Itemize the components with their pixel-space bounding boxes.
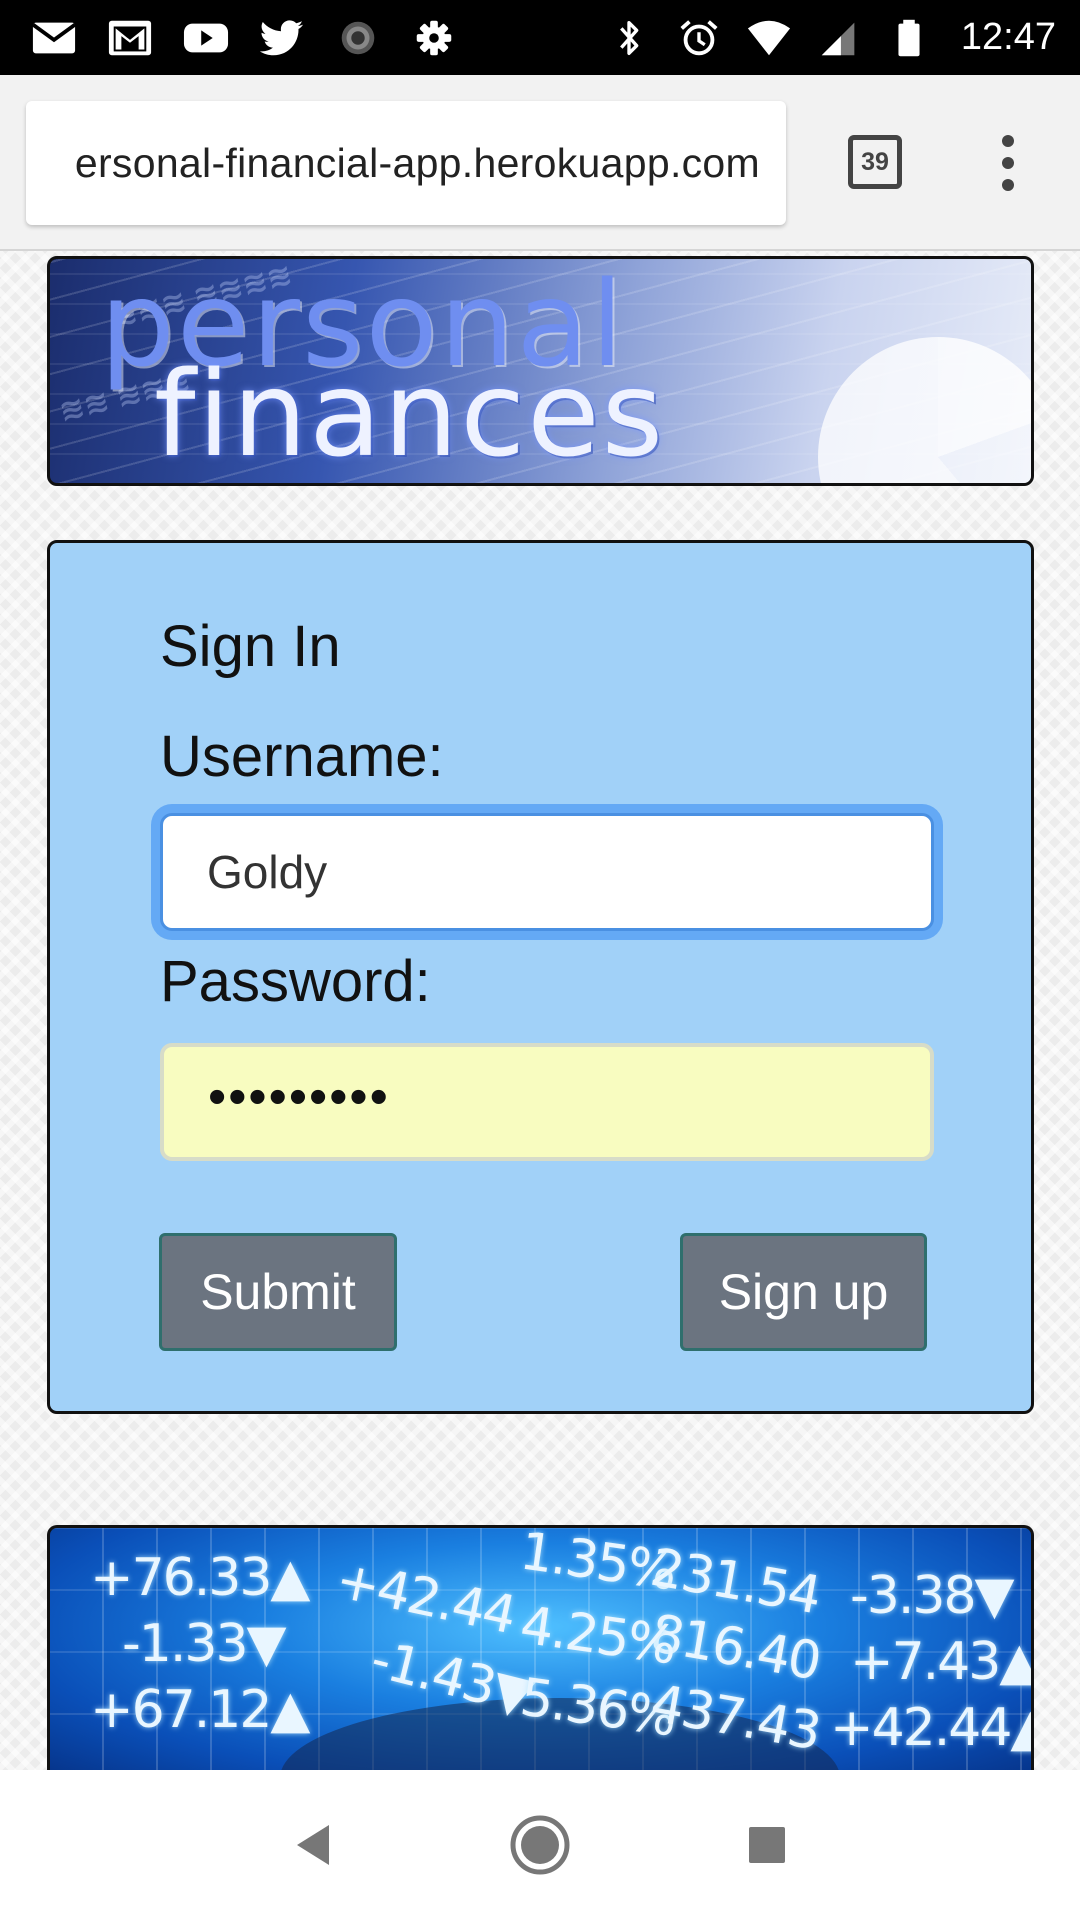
stock-ticker-label: +7.43▲ [850,1632,1034,1692]
sign-up-button[interactable]: Sign up [680,1233,927,1351]
sync-icon [334,16,382,60]
bluetooth-icon [605,16,653,60]
username-label: Username: [160,724,444,789]
notification-icons [30,16,458,60]
banner-word-finances: finances [154,345,666,483]
settings-icon [410,16,458,60]
gmail-icon [106,16,154,60]
twitter-icon [258,16,306,60]
form-title: Sign In [160,614,341,679]
url-text: ersonal-financial-app.herokuapp.com [74,139,760,186]
stock-ticker-label: +76.33▲ [90,1548,310,1608]
alarm-icon [675,16,723,60]
sign-in-form: Sign In Username: Goldy Password: ••••••… [47,540,1034,1414]
clock: 12:47 [960,16,1056,58]
recents-icon[interactable] [732,1810,802,1880]
url-bar[interactable]: ersonal-financial-app.herokuapp.com [26,101,786,225]
signal-icon [815,16,863,60]
password-label: Password: [160,949,431,1014]
youtube-icon [182,16,230,60]
system-status-icons: 12:47 [605,16,1056,60]
stock-market-image: +76.33▲ -1.33▼ +67.12▲ +42.44 1.35% 231.… [47,1525,1034,1775]
stock-ticker-label: -3.38▼ [850,1566,1015,1626]
mail-icon [30,16,78,60]
home-icon[interactable] [505,1810,575,1880]
stock-ticker-label: -1.33▼ [122,1614,287,1674]
battery-icon [885,16,933,60]
back-icon[interactable] [278,1810,348,1880]
submit-button[interactable]: Submit [159,1233,397,1351]
stock-ticker-label: +67.12▲ [90,1680,310,1740]
overflow-menu-icon[interactable] [990,131,1026,195]
wifi-icon [745,16,793,60]
username-input[interactable]: Goldy [160,813,934,931]
personal-finances-banner: ≋≋≋ ≋≋≋≋ ≋≋ ≋≋≋ personal finances [47,256,1034,486]
tab-switcher-button[interactable]: 39 [848,135,902,189]
browser-toolbar: ersonal-financial-app.herokuapp.com 39 [0,75,1080,251]
stock-ticker-label: +42.44▲ [830,1698,1034,1758]
status-bar: 12:47 [0,0,1080,75]
navigation-bar [0,1770,1080,1920]
password-input[interactable]: ••••••••• [160,1043,934,1161]
